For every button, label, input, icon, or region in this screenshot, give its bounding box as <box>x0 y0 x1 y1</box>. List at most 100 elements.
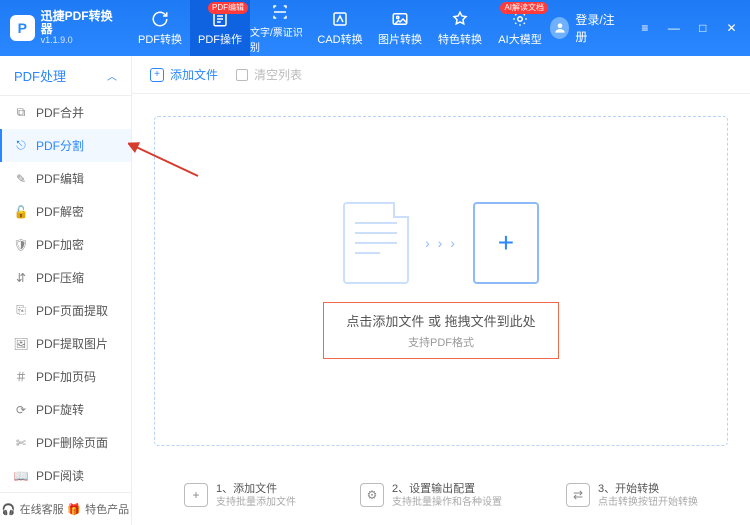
settings-step-icon: ⚙ <box>360 483 384 507</box>
sidebar-item-edit[interactable]: ✎PDF编辑 <box>0 162 131 195</box>
tab-ai[interactable]: AI解读文档 AI大模型 <box>490 0 550 56</box>
dropzone-text-box: 点击添加文件 或 拖拽文件到此处 支持PDF格式 <box>323 302 558 359</box>
tab-label: AI大模型 <box>498 31 541 47</box>
support-link[interactable]: 🎧 在线客服 <box>0 493 66 525</box>
arrow-dots-icon: › › › <box>425 235 457 251</box>
sidebar-item-extract-pages[interactable]: ⎘ PDF页面提取 <box>0 294 131 327</box>
step-2: ⚙ 2、设置输出配置支持批量操作和各种设置 <box>360 482 502 509</box>
step-1: + 1、添加文件支持批量添加文件 <box>184 482 296 509</box>
convert-step-icon: ⇄ <box>566 483 590 507</box>
tab-label: CAD转换 <box>317 31 362 47</box>
headset-icon: 🎧 <box>2 503 16 516</box>
sidebar-item-label: PDF合并 <box>36 104 84 121</box>
steps-bar: + 1、添加文件支持批量添加文件 ⚙ 2、设置输出配置支持批量操作和各种设置 ⇄… <box>132 468 750 525</box>
maximize-button[interactable]: □ <box>690 17 715 39</box>
sidebar-item-label: PDF提取图片 <box>36 335 108 352</box>
menu-button[interactable]: ≡ <box>633 17 658 39</box>
step-sub: 支持批量添加文件 <box>216 496 296 509</box>
document-icon <box>343 202 409 284</box>
sidebar-item-label: PDF阅读 <box>36 467 84 484</box>
app-logo-icon: P <box>10 15 35 41</box>
sidebar-item-extract-images[interactable]: 🖼 PDF提取图片 <box>0 327 131 360</box>
tab-badge: AI解读文档 <box>500 2 548 14</box>
clear-list-button[interactable]: 清空列表 <box>236 66 302 83</box>
tab-ocr[interactable]: 文字/票证识别 <box>250 0 310 56</box>
add-file-label: 添加文件 <box>170 66 218 83</box>
step-title: 2、设置输出配置 <box>392 482 502 496</box>
add-document-icon: + <box>473 202 539 284</box>
tab-cad[interactable]: CAD转换 <box>310 0 370 56</box>
sidebar-item-label: PDF删除页面 <box>36 434 108 451</box>
image-extract-icon: 🖼 <box>14 337 28 351</box>
tab-label: PDF转换 <box>138 31 182 47</box>
sidebar-item-delete-pages[interactable]: ✄ PDF删除页面 <box>0 426 131 459</box>
sidebar-item-rotate[interactable]: ⟳PDF旋转 <box>0 393 131 426</box>
edit-icon: ✎ <box>14 172 28 186</box>
scan-icon <box>270 2 290 22</box>
add-file-button[interactable]: + 添加文件 <box>150 66 218 83</box>
window-controls: 登录/注册 ≡ — □ ✕ <box>550 11 750 45</box>
titlebar: P 迅捷PDF转换器 v1.1.9.0 PDF转换 PDF编辑 PDF操作 文字… <box>0 0 750 56</box>
tab-pdf-convert[interactable]: PDF转换 <box>130 0 190 56</box>
page-number-icon: ＃ <box>14 370 28 384</box>
sidebar-item-compress[interactable]: ⇵ PDF压缩 <box>0 261 131 294</box>
tab-label: 文字/票证识别 <box>250 24 310 54</box>
sidebar-section-header[interactable]: PDF处理 ︿ <box>0 56 131 96</box>
trash-icon <box>236 69 248 81</box>
sidebar-footer: 🎧 在线客服 🎁 特色产品 <box>0 492 131 525</box>
sidebar-item-label: PDF压缩 <box>36 269 84 286</box>
delete-page-icon: ✄ <box>14 436 28 450</box>
body: PDF处理 ︿ ⧉ PDF合并 ⎋ PDF分割 ✎PDF编辑 🔓 PDF解密 🛡 PDF… <box>0 56 750 525</box>
sidebar-item-page-number[interactable]: ＃ PDF加页码 <box>0 360 131 393</box>
sidebar-item-encrypt[interactable]: 🛡 PDF加密 <box>0 228 131 261</box>
sidebar-item-decrypt[interactable]: 🔓 PDF解密 <box>0 195 131 228</box>
tab-pdf-operate[interactable]: PDF编辑 PDF操作 <box>190 0 250 56</box>
extract-icon: ⎘ <box>14 304 28 318</box>
compress-icon: ⇵ <box>14 271 28 285</box>
sidebar-item-split[interactable]: ⎋ PDF分割 <box>0 129 131 162</box>
top-tabs: PDF转换 PDF编辑 PDF操作 文字/票证识别 CAD转换 图片转换 <box>130 0 550 56</box>
step-sub: 点击转换按钮开始转换 <box>598 496 698 509</box>
dropzone-text: 点击添加文件 或 拖拽文件到此处 <box>346 311 535 330</box>
sidebar-item-merge[interactable]: ⧉ PDF合并 <box>0 96 131 129</box>
app-window: P 迅捷PDF转换器 v1.1.9.0 PDF转换 PDF编辑 PDF操作 文字… <box>0 0 750 525</box>
login-button[interactable]: 登录/注册 <box>550 11 621 45</box>
add-file-step-icon: + <box>184 483 208 507</box>
toolbar: + 添加文件 清空列表 <box>132 56 750 94</box>
support-label: 在线客服 <box>20 501 64 517</box>
close-button[interactable]: ✕ <box>719 17 744 39</box>
tab-image[interactable]: 图片转换 <box>370 0 430 56</box>
gift-icon: 🎁 <box>67 503 81 516</box>
sidebar-item-label: PDF旋转 <box>36 401 84 418</box>
step-sub: 支持批量操作和各种设置 <box>392 496 502 509</box>
refresh-icon <box>150 9 170 29</box>
step-3: ⇄ 3、开始转换点击转换按钮开始转换 <box>566 482 698 509</box>
minimize-button[interactable]: — <box>661 17 686 39</box>
split-icon: ⎋ <box>14 139 28 153</box>
cad-icon <box>330 9 350 29</box>
sidebar-item-label: PDF页面提取 <box>36 302 108 319</box>
section-title: PDF处理 <box>14 66 66 85</box>
dropzone-graphic: › › › + <box>343 202 539 284</box>
sidebar-item-label: PDF解密 <box>36 203 84 220</box>
sidebar-item-label: PDF加密 <box>36 236 84 253</box>
featured-link[interactable]: 🎁 特色产品 <box>66 493 132 525</box>
sidebar-item-read[interactable]: 📖PDF阅读 <box>0 459 131 492</box>
content: › › › + 点击添加文件 或 拖拽文件到此处 支持PDF格式 <box>132 94 750 468</box>
step-title: 1、添加文件 <box>216 482 296 496</box>
main-area: + 添加文件 清空列表 › › › + <box>132 56 750 525</box>
logo-area: P 迅捷PDF转换器 v1.1.9.0 <box>0 10 130 46</box>
clear-list-label: 清空列表 <box>254 66 302 83</box>
tab-special[interactable]: 特色转换 <box>430 0 490 56</box>
merge-icon: ⧉ <box>14 106 28 120</box>
featured-label: 特色产品 <box>85 501 129 517</box>
chevron-up-icon: ︿ <box>107 68 117 83</box>
avatar-icon <box>550 17 569 39</box>
tab-label: 特色转换 <box>438 31 482 47</box>
app-title: 迅捷PDF转换器 <box>41 10 120 36</box>
sidebar-item-label: PDF加页码 <box>36 368 96 385</box>
lock-icon: 🛡 <box>14 238 28 252</box>
unlock-icon: 🔓 <box>14 205 28 219</box>
dropzone[interactable]: › › › + 点击添加文件 或 拖拽文件到此处 支持PDF格式 <box>154 116 728 446</box>
sidebar-item-label: PDF分割 <box>36 137 84 154</box>
